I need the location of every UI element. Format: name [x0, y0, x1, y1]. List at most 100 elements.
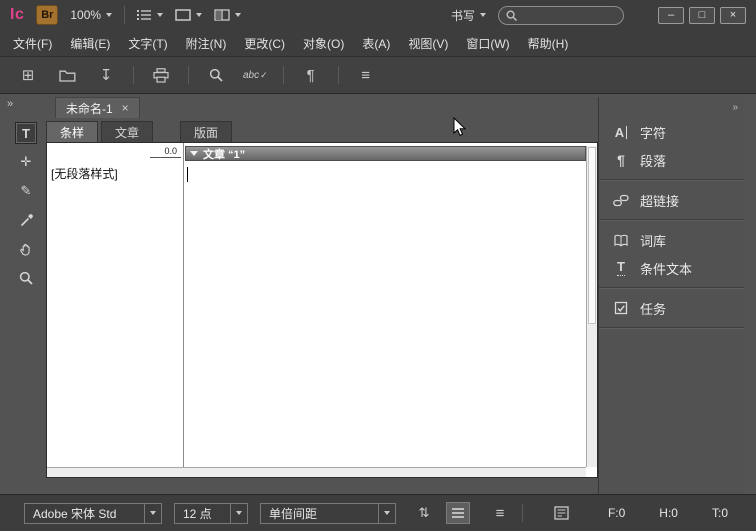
panel-button-character[interactable]: A 字符	[599, 118, 744, 146]
thesaurus-book-icon	[612, 234, 630, 247]
menu-help[interactable]: 帮助(H)	[519, 35, 578, 52]
search-box[interactable]	[498, 5, 624, 25]
status-bar: Adobe 宋体 Std 12 点 单倍间距 ⇅ ≡ F:0 H:0 T:0	[0, 494, 756, 531]
chevron-down-icon[interactable]	[378, 503, 395, 523]
zoom-value: 100%	[70, 8, 102, 22]
conditional-text-icon: T	[617, 259, 625, 276]
show-hidden-characters-button[interactable]: ¶	[299, 62, 323, 88]
menu-view[interactable]: 视图(V)	[399, 35, 457, 52]
separator	[188, 66, 189, 84]
workspace-area: » 未命名-1 × T ✛ ✎ 条样 文章 版面 0.0 [无段落样式] 文章 …	[0, 94, 756, 494]
window-controls: – □ ×	[658, 6, 746, 24]
story-column[interactable]: 文章 “1”	[185, 143, 586, 467]
document-tab-title: 未命名-1	[66, 101, 113, 116]
view-options-dropdown[interactable]	[137, 9, 164, 21]
chevron-down-icon	[235, 13, 242, 17]
menu-notes[interactable]: 附注(N)	[177, 35, 236, 52]
panel-label: 条件文本	[640, 261, 693, 277]
panel-label: 词库	[640, 233, 667, 249]
separator	[124, 6, 126, 24]
list-lines-icon	[452, 508, 464, 518]
statusbar-menu-button[interactable]: ≡	[488, 502, 512, 524]
galley-info-toggle[interactable]	[446, 502, 470, 524]
toolbar-menu-button[interactable]: ≡	[354, 62, 378, 88]
zoom-tool[interactable]	[15, 267, 37, 289]
panel-button-thesaurus[interactable]: 词库	[599, 226, 744, 254]
close-tab-icon[interactable]: ×	[122, 101, 129, 115]
arrows-updown-icon[interactable]: ⇅	[412, 502, 436, 524]
menu-bar: 文件(F) 编辑(E) 文字(T) 附注(N) 更改(C) 对象(O) 表(A)…	[0, 30, 756, 56]
counter-h: H:0	[659, 506, 678, 520]
collapse-left-panel-button[interactable]: »	[7, 98, 13, 110]
hand-icon	[19, 243, 30, 256]
chevron-down-icon[interactable]	[230, 503, 247, 523]
counter-t: T:0	[711, 506, 728, 520]
zoom-dropdown[interactable]: 100%	[70, 8, 113, 22]
collapse-story-icon[interactable]	[190, 151, 198, 156]
spell-check-button[interactable]: abc ✓	[243, 62, 268, 88]
panel-button-assignments[interactable]: 任务	[599, 294, 744, 322]
font-size-dropdown[interactable]: 12 点	[174, 502, 248, 524]
printer-icon	[153, 67, 169, 83]
panel-label: 任务	[640, 301, 667, 317]
panel-button-paragraph[interactable]: ¶ 段落	[599, 146, 744, 174]
open-folder-icon	[58, 70, 75, 82]
view-tabs: 条样 文章 版面	[46, 120, 598, 142]
find-button[interactable]	[204, 62, 228, 88]
bridge-button[interactable]: Br	[36, 5, 59, 25]
copyfit-info: F:0 H:0 T:0	[550, 502, 756, 524]
line-spacing-value: 单倍间距	[269, 506, 318, 521]
menu-window[interactable]: 窗口(W)	[457, 35, 518, 52]
panel-button-conditional-text[interactable]: T 条件文本	[599, 254, 744, 282]
title-bar: Ic Br 100% 书写 – □ ×	[0, 0, 756, 30]
close-button[interactable]: ×	[720, 6, 746, 24]
font-family-value: Adobe 宋体 Std	[33, 506, 117, 521]
screen-mode-icon	[175, 9, 191, 21]
panel-label: 超链接	[640, 193, 680, 209]
tab-galley[interactable]: 条样	[46, 121, 99, 142]
workspace-switcher[interactable]: 书写	[451, 7, 486, 24]
arrange-documents-dropdown[interactable]	[214, 9, 242, 21]
galley-view[interactable]: 0.0 [无段落样式] 文章 “1”	[46, 142, 598, 478]
document-tab[interactable]: 未命名-1 ×	[55, 97, 140, 118]
open-button[interactable]	[55, 62, 79, 88]
menu-type[interactable]: 文字(T)	[119, 35, 176, 52]
screen-mode-dropdown[interactable]	[175, 9, 203, 21]
tab-layout[interactable]: 版面	[180, 121, 233, 142]
story-header-title: 文章 “1”	[203, 148, 246, 161]
menu-changes[interactable]: 更改(C)	[235, 35, 294, 52]
menu-object[interactable]: 对象(O)	[294, 35, 353, 52]
minimize-button[interactable]: –	[658, 6, 684, 24]
font-family-dropdown[interactable]: Adobe 宋体 Std	[24, 502, 162, 524]
vertical-scrollbar[interactable]	[586, 146, 597, 467]
separator	[337, 66, 339, 84]
eyedropper-tool[interactable]	[15, 209, 37, 231]
panel-button-hyperlinks[interactable]: 超链接	[599, 186, 744, 214]
story-header-bar[interactable]: 文章 “1”	[185, 146, 586, 161]
scrollbar-thumb[interactable]	[588, 147, 596, 324]
workspace-label: 书写	[450, 8, 475, 23]
tab-story[interactable]: 文章	[101, 121, 154, 142]
type-tool[interactable]: T	[15, 122, 37, 144]
line-spacing-dropdown[interactable]: 单倍间距	[260, 502, 396, 524]
note-tool[interactable]: ✎	[15, 180, 37, 202]
menu-file[interactable]: 文件(F)	[4, 35, 61, 52]
search-icon	[506, 9, 517, 21]
separator	[522, 504, 523, 522]
maximize-button[interactable]: □	[689, 6, 715, 24]
menu-edit[interactable]: 编辑(E)	[61, 35, 119, 52]
hand-tool[interactable]	[15, 238, 37, 260]
search-input[interactable]	[522, 9, 616, 21]
collapse-right-dock-button[interactable]: »	[732, 102, 737, 113]
chevron-down-icon[interactable]	[144, 503, 161, 523]
paragraph-icon: ¶	[617, 152, 625, 168]
chevron-down-icon	[106, 13, 113, 17]
new-document-button[interactable]: ⊞	[16, 62, 40, 88]
print-button[interactable]	[149, 62, 173, 88]
save-button[interactable]: ↧	[94, 62, 118, 88]
menu-table[interactable]: 表(A)	[353, 35, 399, 52]
position-tool[interactable]: ✛	[15, 151, 37, 173]
copyfit-page-icon	[550, 502, 574, 524]
dock-divider	[599, 179, 744, 181]
horizontal-scrollbar[interactable]	[47, 467, 586, 477]
